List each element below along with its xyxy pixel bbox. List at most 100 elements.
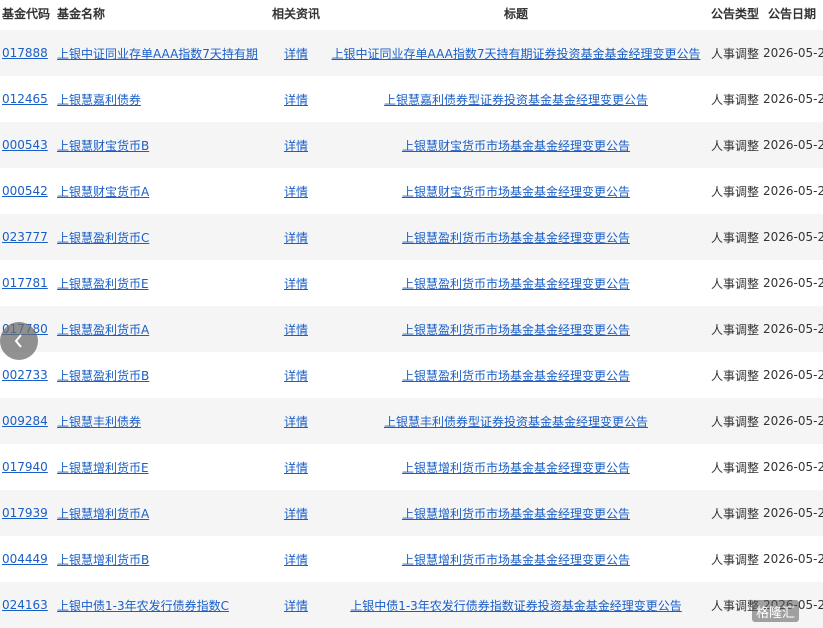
cell-date: 2026-05-20: [763, 122, 823, 168]
cell-name: 上银慧盈利货币A: [57, 306, 265, 352]
cell-type: 人事调整: [711, 76, 763, 122]
cell-code: 017939: [2, 490, 50, 536]
announcement-type: 人事调整: [711, 138, 760, 153]
fund-name-link[interactable]: 上银慧盈利货币A: [57, 321, 149, 338]
fund-name-link[interactable]: 上银慧财宝货币B: [57, 137, 149, 154]
details-link[interactable]: 详情: [284, 229, 308, 246]
cell-type: 人事调整: [711, 352, 763, 398]
fund-name-link[interactable]: 上银慧丰利债券: [57, 413, 141, 430]
fund-name-link[interactable]: 上银慧盈利货币B: [57, 367, 149, 384]
fund-code-link[interactable]: 012465: [2, 92, 48, 106]
cell-date: 2026-05-20: [763, 536, 823, 582]
fund-code-link[interactable]: 017940: [2, 460, 48, 474]
details-link[interactable]: 详情: [284, 275, 308, 292]
watermark-logo: 格隆汇: [752, 600, 800, 622]
details-link[interactable]: 详情: [284, 321, 308, 338]
details-link[interactable]: 详情: [284, 597, 308, 614]
details-link[interactable]: 详情: [284, 505, 308, 522]
announcement-title-link[interactable]: 上银慧财宝货币市场基金基金经理变更公告: [402, 137, 630, 154]
details-link[interactable]: 详情: [284, 459, 308, 476]
cell-info: 详情: [270, 306, 322, 352]
cell-info: 详情: [270, 490, 322, 536]
cell-code: 000542: [2, 168, 50, 214]
announcement-type: 人事调整: [711, 368, 760, 383]
announcement-title-link[interactable]: 上银慧增利货币市场基金基金经理变更公告: [402, 551, 630, 568]
announcement-date: 2026-05-20: [763, 322, 823, 336]
announcement-date: 2026-05-20: [763, 506, 823, 520]
fund-code-link[interactable]: 009284: [2, 414, 48, 428]
announcement-title-link[interactable]: 上银中证同业存单AAA指数7天持有期证券投资基金基金经理变更公告: [332, 45, 701, 62]
announcement-type: 人事调整: [711, 46, 760, 61]
cell-info: 详情: [270, 536, 322, 582]
fund-name-link[interactable]: 上银慧增利货币E: [57, 459, 149, 476]
announcement-title-link[interactable]: 上银慧盈利货币市场基金基金经理变更公告: [402, 275, 630, 292]
details-link[interactable]: 详情: [284, 413, 308, 430]
announcement-date: 2026-05-20: [763, 460, 823, 474]
fund-code-link[interactable]: 004449: [2, 552, 48, 566]
prev-page-button[interactable]: [0, 322, 38, 360]
announcement-title-link[interactable]: 上银慧盈利货币市场基金基金经理变更公告: [402, 367, 630, 384]
cell-title: 上银慧增利货币市场基金基金经理变更公告: [330, 490, 702, 536]
cell-date: 2026-05-20: [763, 306, 823, 352]
cell-title: 上银慧盈利货币市场基金基金经理变更公告: [330, 352, 702, 398]
fund-name-link[interactable]: 上银慧盈利货币C: [57, 229, 149, 246]
announcement-date: 2026-05-20: [763, 414, 823, 428]
announcement-title-link[interactable]: 上银慧盈利货币市场基金基金经理变更公告: [402, 229, 630, 246]
announcement-title-link[interactable]: 上银慧丰利债券型证券投资基金基金经理变更公告: [384, 413, 648, 430]
announcement-date: 2026-05-20: [763, 46, 823, 60]
cell-type: 人事调整: [711, 168, 763, 214]
cell-title: 上银慧丰利债券型证券投资基金基金经理变更公告: [330, 398, 702, 444]
fund-code-link[interactable]: 024163: [2, 598, 48, 612]
cell-date: 2026-05-20: [763, 30, 823, 76]
announcement-date: 2026-05-20: [763, 184, 823, 198]
table-row: 000542 上银慧财宝货币A 详情 上银慧财宝货币市场基金基金经理变更公告 人事调整 2…: [0, 168, 823, 214]
fund-name-link[interactable]: 上银慧嘉利债券: [57, 91, 141, 108]
table-row: 017940 上银慧增利货币E 详情 上银慧增利货币市场基金基金经理变更公告 人事调整 2…: [0, 444, 823, 490]
details-link[interactable]: 详情: [284, 137, 308, 154]
cell-type: 人事调整: [711, 30, 763, 76]
fund-name-link[interactable]: 上银慧财宝货币A: [57, 183, 149, 200]
cell-info: 详情: [270, 444, 322, 490]
fund-code-link[interactable]: 002733: [2, 368, 48, 382]
cell-name: 上银慧盈利货币B: [57, 352, 265, 398]
fund-code-link[interactable]: 017939: [2, 506, 48, 520]
fund-code-link[interactable]: 000542: [2, 184, 48, 198]
fund-code-link[interactable]: 017888: [2, 46, 48, 60]
fund-code-link[interactable]: 000543: [2, 138, 48, 152]
cell-name: 上银慧嘉利债券: [57, 76, 265, 122]
announcement-type: 人事调整: [711, 414, 760, 429]
announcement-title-link[interactable]: 上银中债1-3年农发行债券指数证券投资基金基金经理变更公告: [350, 597, 682, 614]
fund-code-link[interactable]: 023777: [2, 230, 48, 244]
announcement-title-link[interactable]: 上银慧财宝货币市场基金基金经理变更公告: [402, 183, 630, 200]
announcement-title-link[interactable]: 上银慧增利货币市场基金基金经理变更公告: [402, 505, 630, 522]
fund-code-link[interactable]: 017781: [2, 276, 48, 290]
cell-info: 详情: [270, 76, 322, 122]
cell-date: 2026-05-20: [763, 490, 823, 536]
details-link[interactable]: 详情: [284, 367, 308, 384]
cell-title: 上银慧盈利货币市场基金基金经理变更公告: [330, 260, 702, 306]
table-row: 012465 上银慧嘉利债券 详情 上银慧嘉利债券型证券投资基金基金经理变更公告 人事调…: [0, 76, 823, 122]
fund-name-link[interactable]: 上银慧盈利货币E: [57, 275, 149, 292]
fund-name-link[interactable]: 上银慧增利货币A: [57, 505, 149, 522]
cell-date: 2026-05-20: [763, 352, 823, 398]
announcement-title-link[interactable]: 上银慧嘉利债券型证券投资基金基金经理变更公告: [384, 91, 648, 108]
cell-name: 上银慧增利货币B: [57, 536, 265, 582]
fund-name-link[interactable]: 上银中证同业存单AAA指数7天持有期: [57, 45, 258, 62]
cell-info: 详情: [270, 168, 322, 214]
announcement-date: 2026-05-20: [763, 276, 823, 290]
cell-code: 017940: [2, 444, 50, 490]
cell-name: 上银慧增利货币A: [57, 490, 265, 536]
cell-title: 上银慧盈利货币市场基金基金经理变更公告: [330, 306, 702, 352]
details-link[interactable]: 详情: [284, 551, 308, 568]
announcement-type: 人事调整: [711, 92, 760, 107]
announcement-title-link[interactable]: 上银慧盈利货币市场基金基金经理变更公告: [402, 321, 630, 338]
table-row: 024163 上银中债1-3年农发行债券指数C 详情 上银中债1-3年农发行债券指数证…: [0, 582, 823, 628]
fund-name-link[interactable]: 上银慧增利货币B: [57, 551, 149, 568]
details-link[interactable]: 详情: [284, 91, 308, 108]
details-link[interactable]: 详情: [284, 183, 308, 200]
fund-name-link[interactable]: 上银中债1-3年农发行债券指数C: [57, 597, 229, 614]
announcement-title-link[interactable]: 上银慧增利货币市场基金基金经理变更公告: [402, 459, 630, 476]
details-link[interactable]: 详情: [284, 45, 308, 62]
announcement-date: 2026-05-20: [763, 552, 823, 566]
cell-date: 2026-05-20: [763, 398, 823, 444]
